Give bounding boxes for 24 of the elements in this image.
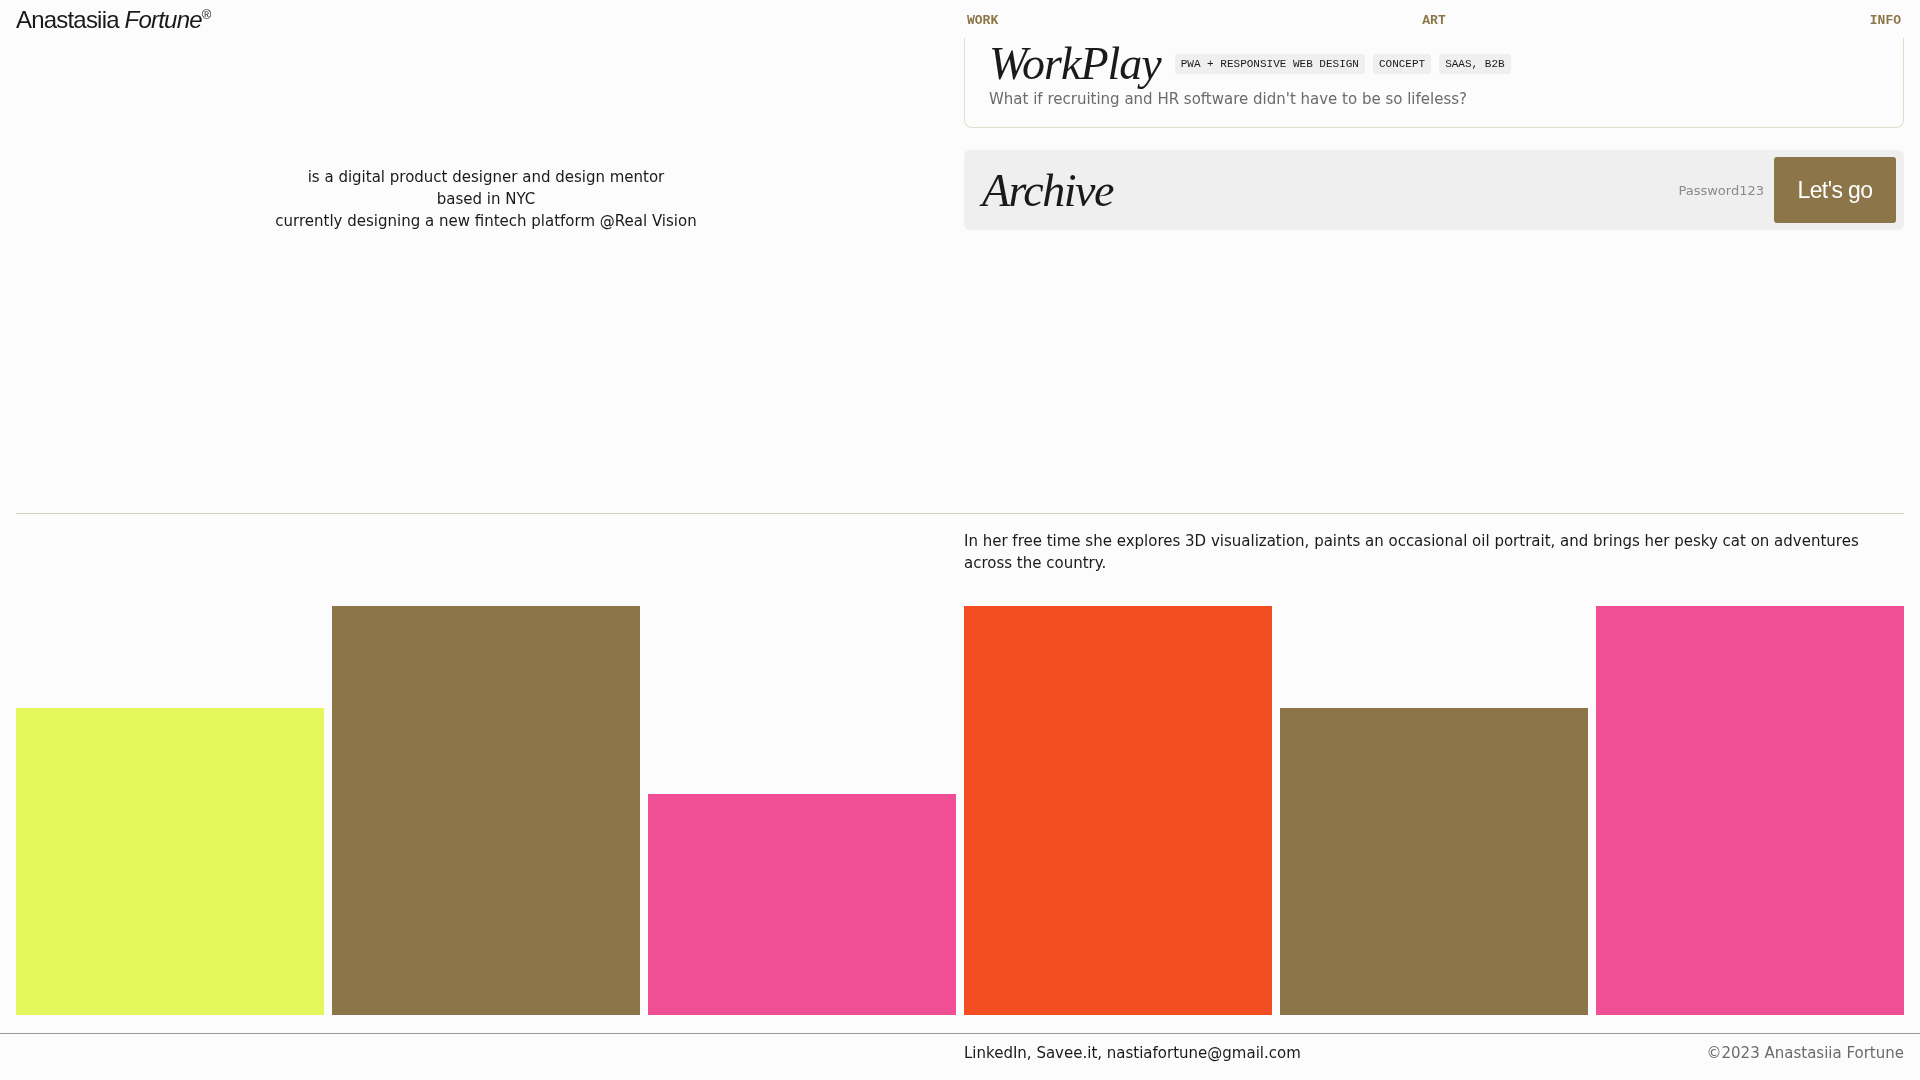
project-tag: PWA + RESPONSIVE WEB DESIGN: [1174, 54, 1365, 74]
art-tile[interactable]: [1280, 708, 1588, 1015]
bio-text: In her free time she explores 3D visualization, paints an occasional oil portrait, and brings her pesky cat on adventures across the country.: [964, 531, 1860, 574]
project-tag: CONCEPT: [1372, 54, 1432, 74]
project-description: What if recruiting and HR software didn't have to be so lifeless?: [989, 90, 1469, 108]
nav-link[interactable]: ART: [1419, 13, 1449, 28]
password-field[interactable]: Password123: [1662, 181, 1766, 199]
nav-link[interactable]: INFO: [1866, 13, 1904, 28]
art-tile[interactable]: [16, 708, 324, 1015]
logo[interactable]: Anastasiia Fortune$^{®}$: [16, 6, 211, 34]
intro-text: is a digital product designer and design mentor: [307, 167, 665, 188]
intro-text: currently designing a new fintech platform @Real Vision: [275, 211, 697, 232]
contact-links[interactable]: LinkedIn, Savee.it, nastiafortune@gmail.com: [964, 1044, 1301, 1080]
project-tag: SAAS, B2B: [1439, 54, 1511, 74]
project-title: WorkPlay: [989, 38, 1161, 90]
submit-button[interactable]: Let's go: [1774, 157, 1896, 223]
nav-link[interactable]: WORK: [964, 13, 1002, 28]
intro-text: based in NYC: [436, 189, 536, 210]
project-card[interactable]: WorkPlay PWA + RESPONSIVE WEB DESIGN CONCEPT SAAS, B2B What if recruiting and HR software didn't have to be so lifeless?: [964, 38, 1904, 128]
art-tile[interactable]: [1596, 606, 1904, 1015]
art-tile[interactable]: [648, 794, 956, 1015]
art-tile[interactable]: [332, 606, 640, 1015]
art-tile[interactable]: [964, 606, 1272, 1015]
copyright-text: ©2023 Anastasiia Fortune: [1706, 1044, 1904, 1064]
